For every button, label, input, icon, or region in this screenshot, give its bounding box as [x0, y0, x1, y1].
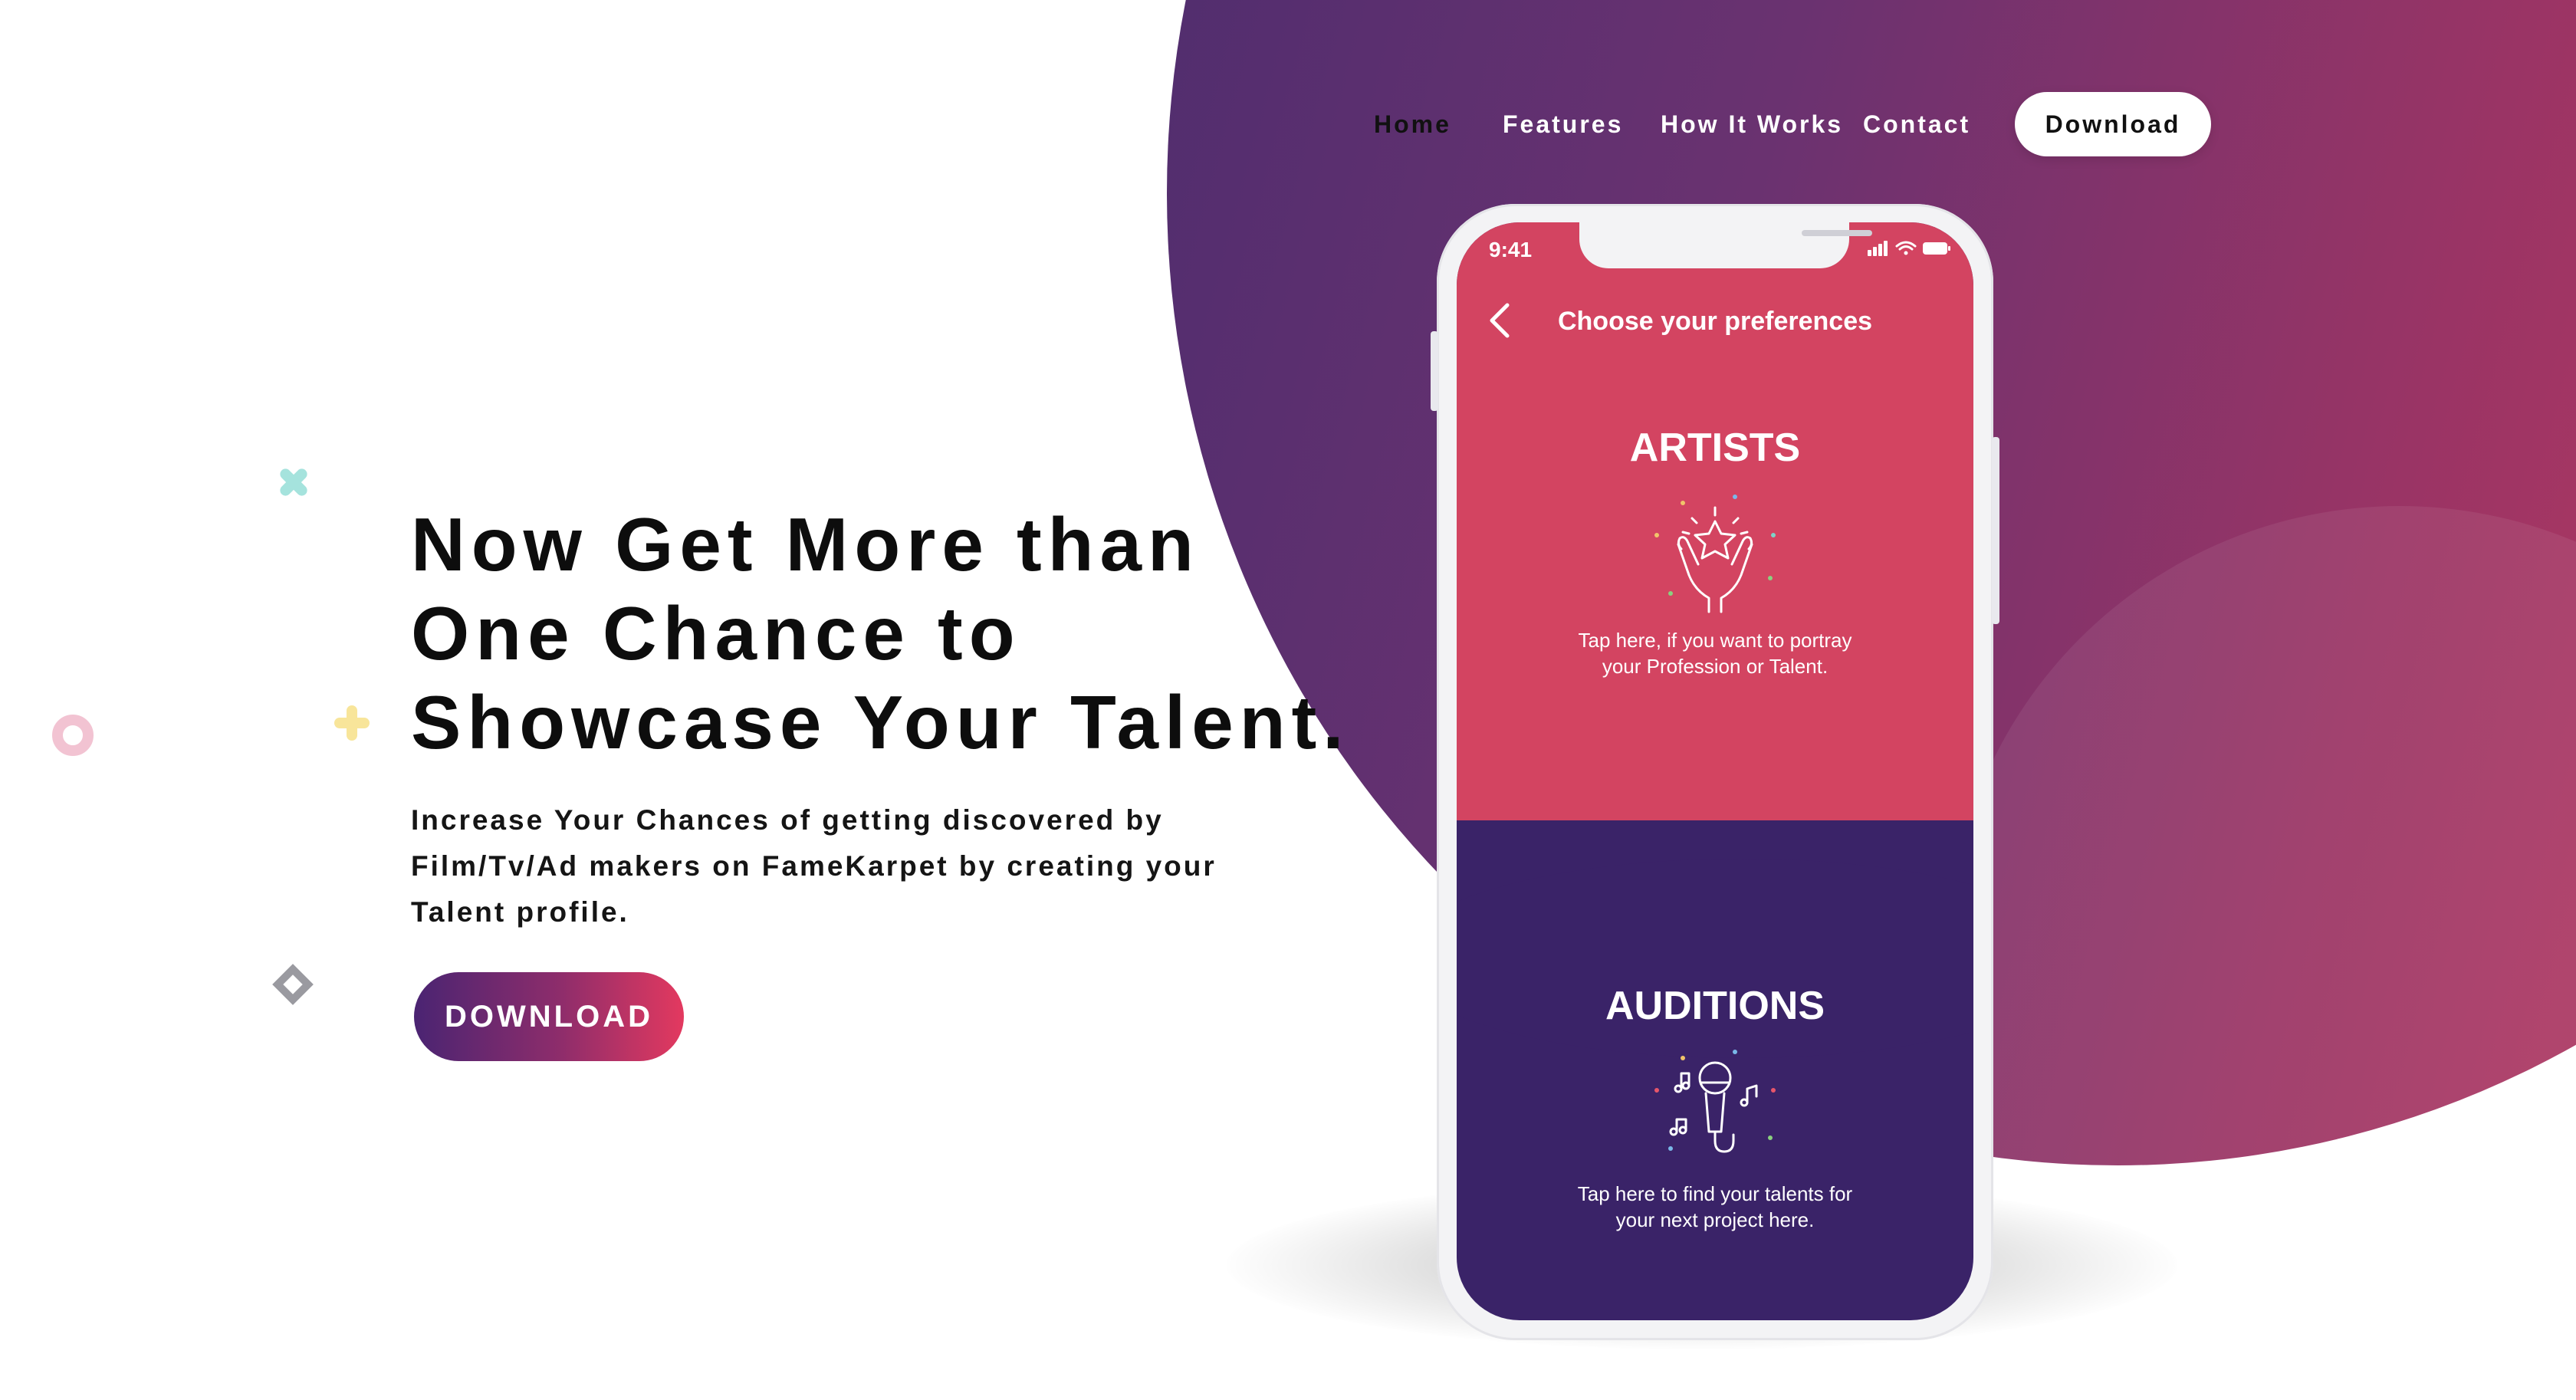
- auditions-description: Tap here to find your talents for your n…: [1546, 1181, 1884, 1233]
- hero-title-line: Showcase Your Talent.: [411, 680, 1350, 764]
- nav-link-home[interactable]: Home: [1374, 110, 1451, 139]
- microphone-music-icon: [1654, 1050, 1776, 1153]
- hero-title-line: Now Get More than: [411, 502, 1200, 587]
- status-icons: [1868, 241, 1950, 256]
- ring-shape-icon: [52, 715, 94, 756]
- top-nav: Home Features How It Works Contact Downl…: [0, 92, 2576, 156]
- hero-subtitle-line: Talent profile.: [411, 896, 629, 928]
- artists-description-line: your Profession or Talent.: [1602, 655, 1829, 678]
- hands-star-icon: [1654, 495, 1776, 613]
- hero-subtitle-line: Increase Your Chances of getting discove…: [411, 804, 1164, 836]
- nav-link-contact[interactable]: Contact: [1863, 110, 1970, 139]
- artists-description-line: Tap here, if you want to portray: [1578, 629, 1852, 652]
- nav-download-button[interactable]: Download: [2015, 92, 2211, 156]
- diamond-shape-icon: [272, 964, 314, 1005]
- screen-title: Choose your preferences: [1557, 307, 1873, 336]
- phone-speaker: [1802, 230, 1872, 236]
- nav-link-how-it-works[interactable]: How It Works: [1661, 110, 1843, 139]
- hero-subtitle: Increase Your Chances of getting discove…: [411, 797, 1331, 935]
- hero-title-line: One Chance to: [411, 591, 1021, 675]
- hero-title: Now Get More than One Chance to Showcase…: [411, 500, 1408, 767]
- phone-side-button: [1431, 331, 1438, 411]
- artists-title: ARTISTS: [1629, 426, 1801, 470]
- screen-header: Choose your preferences: [1457, 297, 1973, 343]
- battery-icon: [1923, 242, 1950, 255]
- landing-page: Home Features How It Works Contact Downl…: [0, 0, 2576, 1400]
- auditions-title: AUDITIONS: [1605, 984, 1825, 1028]
- artists-description: Tap here, if you want to portray your Pr…: [1546, 627, 1884, 679]
- plus-shape-icon: [334, 705, 370, 741]
- auditions-description-line: your next project here.: [1615, 1208, 1815, 1231]
- phone-side-button: [1992, 437, 1999, 624]
- signal-icon: [1868, 241, 1888, 256]
- wifi-icon: [1895, 241, 1917, 255]
- status-time: 9:41: [1489, 238, 1533, 261]
- auditions-description-line: Tap here to find your talents for: [1577, 1182, 1853, 1205]
- phone-notch: [1579, 222, 1872, 268]
- nav-link-features[interactable]: Features: [1503, 110, 1623, 139]
- hero-download-button[interactable]: DOWNLOAD: [414, 972, 684, 1061]
- phone-screen: 9:41 Choose your preferences ARTISTS Tap…: [1457, 222, 1973, 1320]
- cross-shape-icon: [280, 468, 307, 496]
- hero-subtitle-line: Film/Tv/Ad makers on FameKarpet by creat…: [411, 850, 1217, 882]
